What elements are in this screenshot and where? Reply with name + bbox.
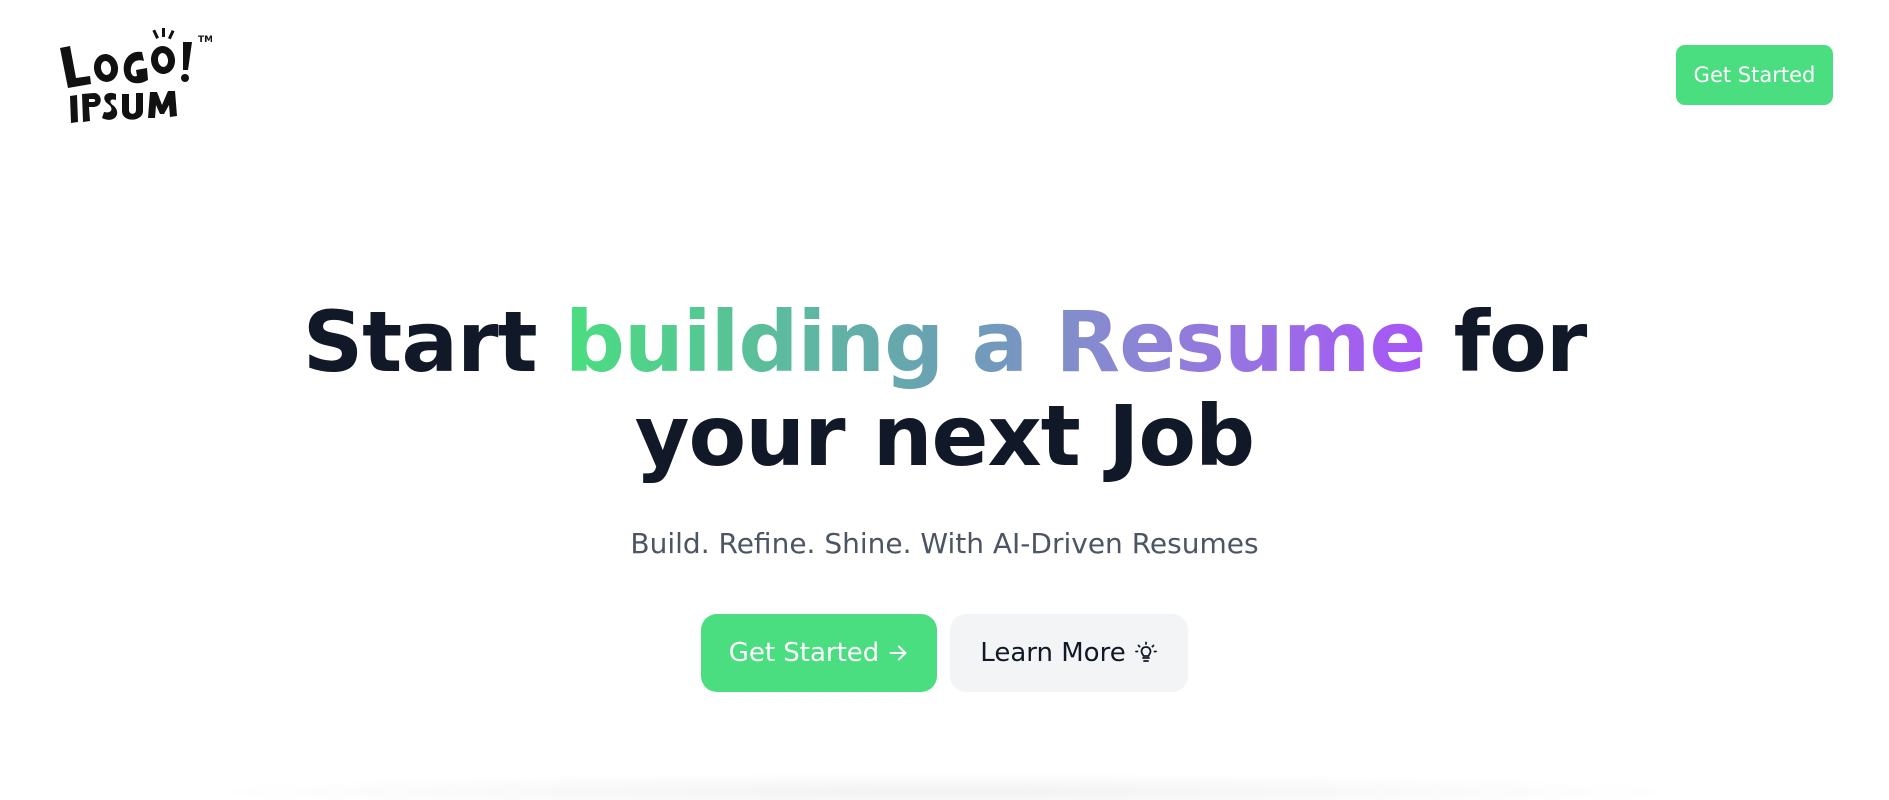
hero-get-started-label: Get Started	[728, 638, 880, 668]
logo[interactable]: TM	[56, 26, 212, 126]
learn-more-label: Learn More	[980, 638, 1126, 668]
lightbulb-icon	[1134, 641, 1158, 665]
hero-title-highlight: building a Resume	[564, 293, 1426, 391]
hero-get-started-button[interactable]: Get Started	[701, 614, 937, 692]
logo-ipsum-image: TM	[60, 28, 212, 123]
hero-title: Start building a Resume for your next Jo…	[0, 295, 1889, 483]
hero-title-line2: your next Job	[634, 387, 1255, 485]
hero-actions: Get Started Learn More	[701, 614, 1188, 692]
learn-more-button[interactable]: Learn More	[950, 614, 1188, 692]
header-get-started-button[interactable]: Get Started	[1676, 45, 1833, 105]
hero-title-part1: Start	[302, 293, 565, 391]
hero-title-part2: for	[1425, 293, 1588, 391]
arrow-right-icon	[887, 642, 909, 664]
section-shadow	[190, 772, 1700, 800]
hero-subtitle: Build. Refine. Shine. With AI-Driven Res…	[630, 527, 1259, 560]
svg-text:TM: TM	[198, 35, 212, 45]
landing-page: TM Get Started Start building a Resume f…	[0, 0, 1889, 800]
